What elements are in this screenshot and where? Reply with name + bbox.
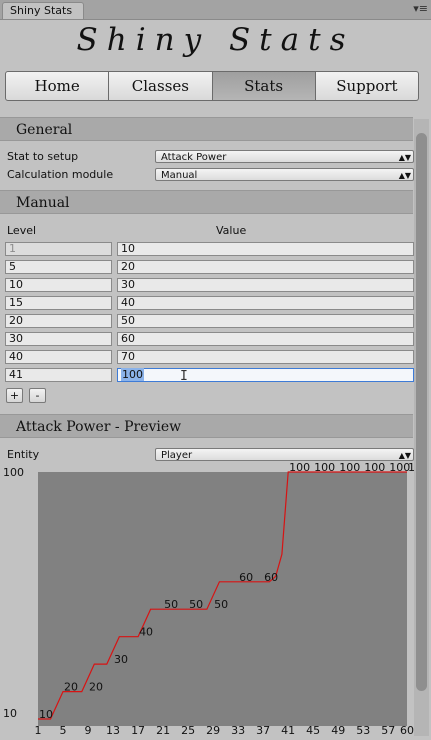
level-field[interactable]: 10 — [5, 278, 112, 292]
calc-module-dropdown[interactable]: Manual ▲▼ — [155, 168, 414, 181]
x-tick-label: 17 — [131, 724, 145, 737]
stat-setup-label: Stat to setup — [7, 150, 79, 163]
data-label: 40 — [139, 626, 153, 639]
data-label: 100 — [289, 461, 310, 474]
table-row: 41 100 — [5, 368, 414, 382]
value-field-focused[interactable]: 100 — [117, 368, 414, 382]
entity-value: Player — [161, 450, 193, 461]
stat-setup-dropdown[interactable]: Attack Power ▲▼ — [155, 150, 414, 163]
value-field[interactable]: 20 — [117, 260, 414, 274]
scrollbar-thumb[interactable] — [416, 133, 427, 691]
x-tick-label: 25 — [181, 724, 195, 737]
preview-chart: 100 10 1 5 9 13 17 21 25 29 33 37 41 45 49 53 57 60 10 20 20… — [3, 461, 429, 737]
entity-label: Entity — [7, 448, 40, 461]
table-row: 30 60 — [5, 332, 414, 346]
table-row: 40 70 — [5, 350, 414, 364]
data-label: 10 — [39, 708, 53, 721]
value-field[interactable]: 40 — [117, 296, 414, 310]
value-field[interactable]: 10 — [117, 242, 414, 256]
dropdown-arrow-icon: ▲▼ — [398, 171, 411, 180]
tab-support[interactable]: Support — [315, 71, 419, 101]
data-label: 100 — [314, 461, 335, 474]
level-field[interactable]: 30 — [5, 332, 112, 346]
value-field[interactable]: 30 — [117, 278, 414, 292]
x-tick-label: 49 — [331, 724, 345, 737]
selected-text: 100 — [121, 368, 144, 381]
main-nav: Home Classes Stats Support — [5, 71, 419, 101]
x-tick-label: 29 — [206, 724, 220, 737]
data-label: 50 — [189, 598, 203, 611]
vertical-scrollbar[interactable] — [414, 119, 429, 736]
value-field[interactable]: 70 — [117, 350, 414, 364]
window-tab-label: Shiny Stats — [10, 4, 73, 17]
data-label: 30 — [114, 653, 128, 666]
data-label: 100 — [339, 461, 360, 474]
preview-section-header[interactable]: Attack Power - Preview — [0, 414, 413, 438]
level-field[interactable]: 5 — [5, 260, 112, 274]
x-tick-label: 60 — [400, 724, 414, 737]
table-row: 20 50 — [5, 314, 414, 328]
y-tick-label: 100 — [3, 466, 24, 479]
x-tick-label: 37 — [256, 724, 270, 737]
text-cursor-icon: I — [180, 369, 188, 384]
add-row-button[interactable]: + — [6, 388, 23, 403]
x-tick-label: 53 — [356, 724, 370, 737]
level-field[interactable]: 20 — [5, 314, 112, 328]
stat-setup-value: Attack Power — [161, 152, 227, 163]
x-tick-label: 21 — [156, 724, 170, 737]
window-tab-strip: Shiny Stats ▾≡ — [0, 0, 431, 20]
window-tab[interactable]: Shiny Stats — [2, 2, 84, 19]
x-tick-label: 1 — [35, 724, 42, 737]
data-label: 100 — [364, 461, 385, 474]
table-row: 15 40 — [5, 296, 414, 310]
data-label: 50 — [214, 598, 228, 611]
data-label: 50 — [164, 598, 178, 611]
general-section-header[interactable]: General — [0, 117, 413, 141]
table-row: 1 10 — [5, 242, 414, 256]
dropdown-arrow-icon: ▲▼ — [398, 153, 411, 162]
window-menu-icon[interactable]: ▾≡ — [413, 2, 428, 15]
value-field[interactable]: 50 — [117, 314, 414, 328]
x-tick-label: 5 — [60, 724, 67, 737]
level-field[interactable]: 41 — [5, 368, 112, 382]
data-label: 20 — [64, 681, 78, 694]
data-label: 20 — [89, 681, 103, 694]
level-field[interactable]: 40 — [5, 350, 112, 364]
data-label: 60 — [239, 571, 253, 584]
level-field: 1 — [5, 242, 112, 256]
entity-dropdown[interactable]: Player ▲▼ — [155, 448, 414, 461]
x-tick-label: 57 — [381, 724, 395, 737]
table-row: 5 20 — [5, 260, 414, 274]
calc-module-value: Manual — [161, 170, 198, 181]
level-column-header: Level — [7, 224, 37, 237]
x-tick-label: 13 — [106, 724, 120, 737]
value-field[interactable]: 60 — [117, 332, 414, 346]
table-row: 10 30 — [5, 278, 414, 292]
x-tick-label: 9 — [85, 724, 92, 737]
tab-stats[interactable]: Stats — [212, 71, 316, 101]
x-tick-label: 41 — [281, 724, 295, 737]
manual-section-header[interactable]: Manual — [0, 190, 413, 214]
remove-row-button[interactable]: - — [29, 388, 46, 403]
tab-home[interactable]: Home — [5, 71, 110, 101]
y-tick-label: 10 — [3, 707, 17, 720]
page-title: Shiny Stats — [76, 22, 355, 58]
x-tick-label: 45 — [306, 724, 320, 737]
value-column-header: Value — [216, 224, 247, 237]
level-field[interactable]: 15 — [5, 296, 112, 310]
calc-module-label: Calculation module — [7, 168, 114, 181]
x-tick-label: 33 — [231, 724, 245, 737]
data-label: 60 — [264, 571, 278, 584]
tab-classes[interactable]: Classes — [109, 71, 213, 101]
